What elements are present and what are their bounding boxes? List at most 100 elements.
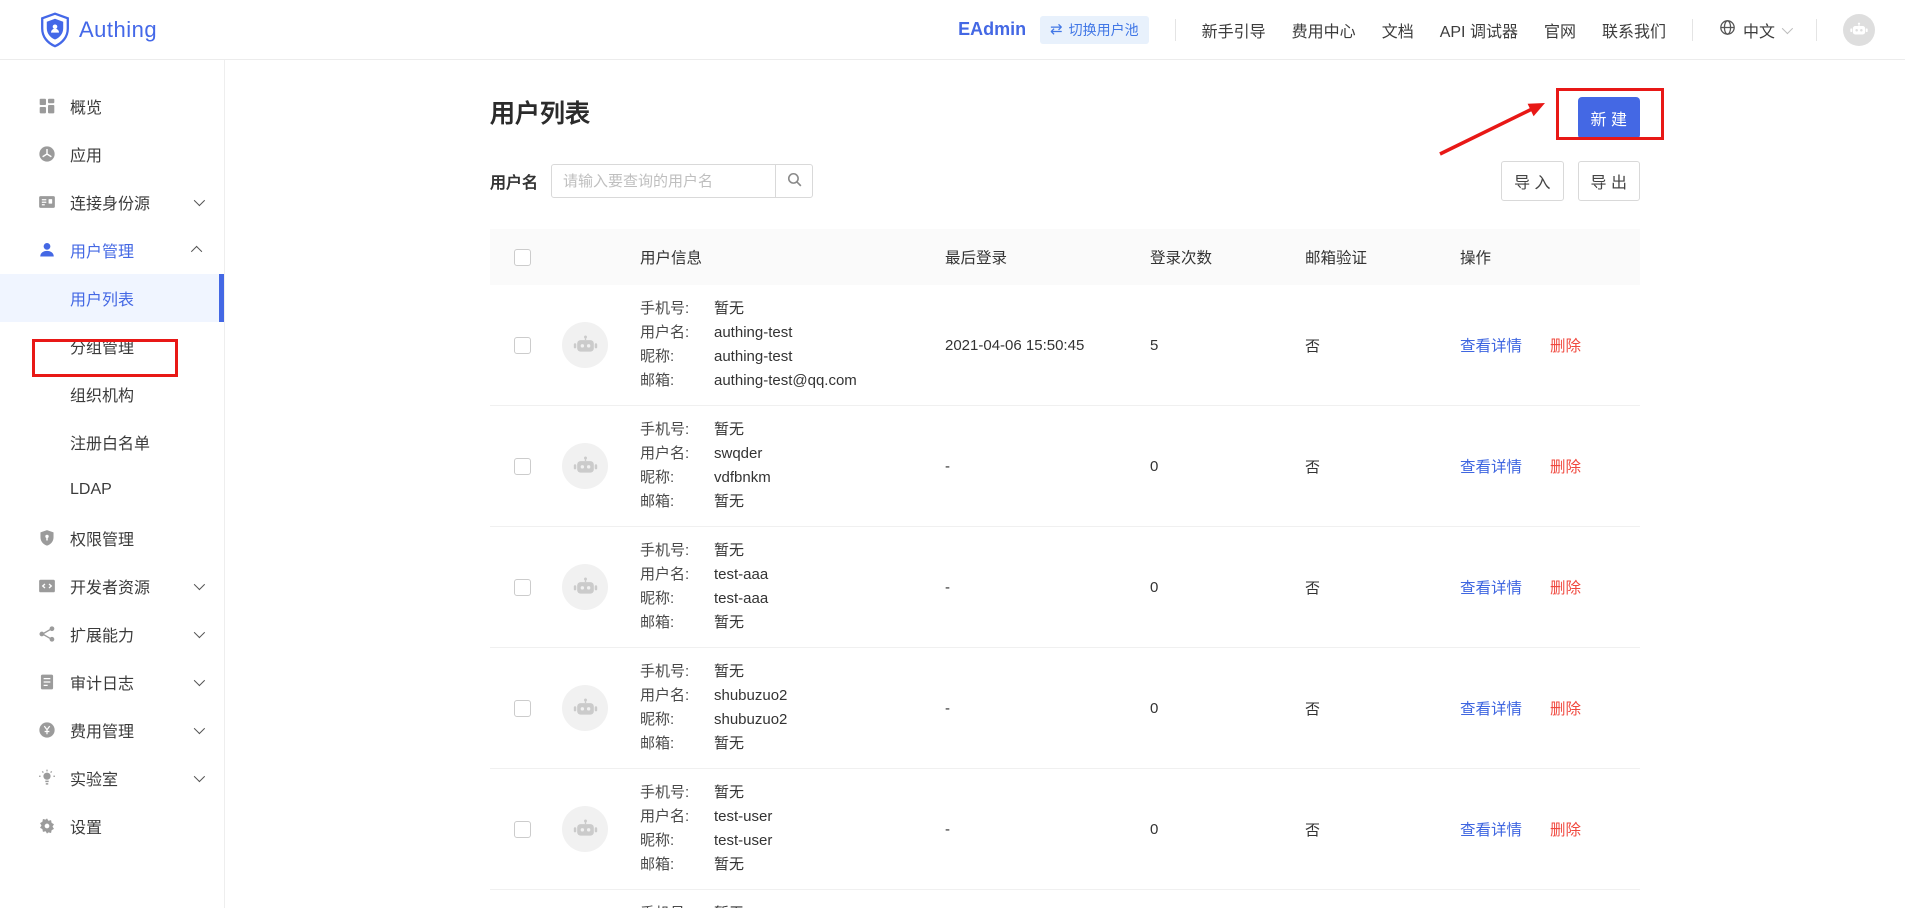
email-verified-cell: 否: [1305, 577, 1460, 598]
email-verified-cell: 否: [1305, 335, 1460, 356]
sidebar-item-user-list[interactable]: 用户列表: [0, 274, 224, 322]
user-icon: [38, 241, 56, 259]
sidebar-item-user-management[interactable]: 用户管理: [0, 226, 224, 274]
delete-link[interactable]: 删除: [1550, 334, 1581, 356]
login-count-cell: 0: [1150, 458, 1305, 475]
nickname-value: test-aaa: [714, 588, 945, 610]
email-label: 邮箱:: [640, 491, 714, 513]
switch-userpool-button[interactable]: ⇄ 切换用户池: [1040, 16, 1149, 44]
view-details-link[interactable]: 查看详情: [1460, 334, 1522, 356]
select-all-checkbox[interactable]: [514, 249, 531, 266]
sidebar-item-laboratory[interactable]: 实验室: [0, 754, 224, 802]
header-nav-getting-started[interactable]: 新手引导: [1202, 18, 1266, 42]
sidebar-item-identity-sources[interactable]: 连接身份源: [0, 178, 224, 226]
login-count-cell: 0: [1150, 700, 1305, 717]
header-nav: 新手引导 费用中心 文档 API 调试器 官网 联系我们: [1202, 18, 1666, 42]
username-label: 用户名:: [640, 322, 714, 344]
column-header-actions: 操作: [1460, 246, 1640, 268]
table-body: 手机号: 暂无 用户名: authing-test 昵称: authing-te…: [490, 285, 1640, 890]
export-button[interactable]: 导 出: [1578, 161, 1640, 201]
delete-link[interactable]: 删除: [1550, 455, 1581, 477]
username-value: swqder: [714, 443, 945, 465]
language-label: 中文: [1743, 18, 1775, 42]
header-nav-billing-center[interactable]: 费用中心: [1292, 18, 1356, 42]
chevron-icon: [194, 627, 205, 638]
header-nav-docs[interactable]: 文档: [1382, 18, 1414, 42]
row-checkbox[interactable]: [514, 458, 531, 475]
last-login-cell: 2021-04-06 15:50:45: [945, 337, 1150, 354]
delete-link[interactable]: 删除: [1550, 818, 1581, 840]
swap-arrows-icon: ⇄: [1050, 22, 1063, 37]
view-details-link[interactable]: 查看详情: [1460, 455, 1522, 477]
sidebar-item-label: 注册白名单: [70, 430, 150, 454]
table-row: 手机号: 暂无 用户名: shubuzuo2 昵称: shubuzuo2 邮箱:…: [490, 648, 1640, 769]
sidebar-item-label: 组织机构: [70, 382, 134, 406]
row-checkbox[interactable]: [514, 821, 531, 838]
sidebar-item-audit-logs[interactable]: 审计日志: [0, 658, 224, 706]
email-verified-cell: 否: [1305, 698, 1460, 719]
user-avatar-placeholder: [562, 443, 608, 489]
last-login-cell: -: [945, 700, 1150, 717]
sidebar-item-overview[interactable]: 概览: [0, 82, 224, 130]
table-row-partial: 手机号: 暂无: [490, 890, 1640, 908]
username-label: 用户名:: [640, 685, 714, 707]
user-avatar[interactable]: [1843, 14, 1875, 46]
view-details-link[interactable]: 查看详情: [1460, 818, 1522, 840]
create-button[interactable]: 新 建: [1578, 97, 1640, 139]
view-details-link[interactable]: 查看详情: [1460, 697, 1522, 719]
phone-value: 暂无: [714, 782, 945, 804]
view-details-link[interactable]: 查看详情: [1460, 576, 1522, 598]
sidebar-menu: 概览 应用 连接身份源 用户管理 用户列: [0, 82, 224, 850]
chevron-icon: [194, 771, 205, 782]
sidebar-item-label: 审计日志: [70, 670, 134, 694]
sidebar-item-billing-management[interactable]: 费用管理: [0, 706, 224, 754]
sidebar-item-applications[interactable]: 应用: [0, 130, 224, 178]
phone-label: 手机号:: [640, 298, 714, 320]
sidebar-item-ldap[interactable]: LDAP: [0, 466, 224, 514]
main-content: 用户列表 新 建 用户名 导 入 导 出 用户信息 最后登录 登录次数 邮箱验证…: [225, 60, 1905, 908]
phone-label: 手机号:: [640, 661, 714, 683]
row-checkbox[interactable]: [514, 337, 531, 354]
header-divider: [1692, 19, 1693, 41]
authing-logo[interactable]: Authing: [40, 12, 157, 48]
sidebar-item-developer-resources[interactable]: 开发者资源: [0, 562, 224, 610]
sidebar-item-group-management[interactable]: 分组管理: [0, 322, 224, 370]
delete-link[interactable]: 删除: [1550, 697, 1581, 719]
header-nav-contact-us[interactable]: 联系我们: [1602, 18, 1666, 42]
username-search-input[interactable]: [551, 164, 776, 198]
phone-label: 手机号:: [640, 540, 714, 562]
sidebar-item-registration-whitelist[interactable]: 注册白名单: [0, 418, 224, 466]
row-checkbox[interactable]: [514, 579, 531, 596]
sidebar-item-settings[interactable]: 设置: [0, 802, 224, 850]
last-login-cell: -: [945, 579, 1150, 596]
row-checkbox[interactable]: [514, 700, 531, 717]
search-button[interactable]: [775, 164, 813, 198]
userpool-name[interactable]: EAdmin: [958, 19, 1026, 40]
header-nav-official-site[interactable]: 官网: [1544, 18, 1576, 42]
sidebar-item-label: 实验室: [70, 766, 118, 790]
nickname-label: 昵称:: [640, 709, 714, 731]
chevron-icon: [194, 675, 205, 686]
table-row: 手机号: 暂无 用户名: swqder 昵称: vdfbnkm 邮箱: 暂无 -…: [490, 406, 1640, 527]
import-button[interactable]: 导 入: [1501, 161, 1563, 201]
sidebar-item-label: 概览: [70, 94, 102, 118]
email-value: 暂无: [714, 733, 945, 755]
logo-text: Authing: [79, 17, 157, 43]
sidebar-item-label: 应用: [70, 142, 102, 166]
nodes-icon: [38, 625, 56, 643]
username-label: 用户名:: [640, 564, 714, 586]
sidebar-item-label: 权限管理: [70, 526, 134, 550]
nickname-label: 昵称:: [640, 467, 714, 489]
header-nav-api-debugger[interactable]: API 调试器: [1440, 18, 1518, 42]
nickname-value: vdfbnkm: [714, 467, 945, 489]
last-login-cell: -: [945, 458, 1150, 475]
email-label: 邮箱:: [640, 854, 714, 876]
language-selector[interactable]: 中文: [1719, 18, 1790, 42]
username-value: shubuzuo2: [714, 685, 945, 707]
sidebar-item-extension-capabilities[interactable]: 扩展能力: [0, 610, 224, 658]
delete-link[interactable]: 删除: [1550, 576, 1581, 598]
sidebar-item-organizations[interactable]: 组织机构: [0, 370, 224, 418]
nickname-value: shubuzuo2: [714, 709, 945, 731]
sidebar-item-permission-management[interactable]: 权限管理: [0, 514, 224, 562]
switch-userpool-label: 切换用户池: [1069, 20, 1139, 40]
